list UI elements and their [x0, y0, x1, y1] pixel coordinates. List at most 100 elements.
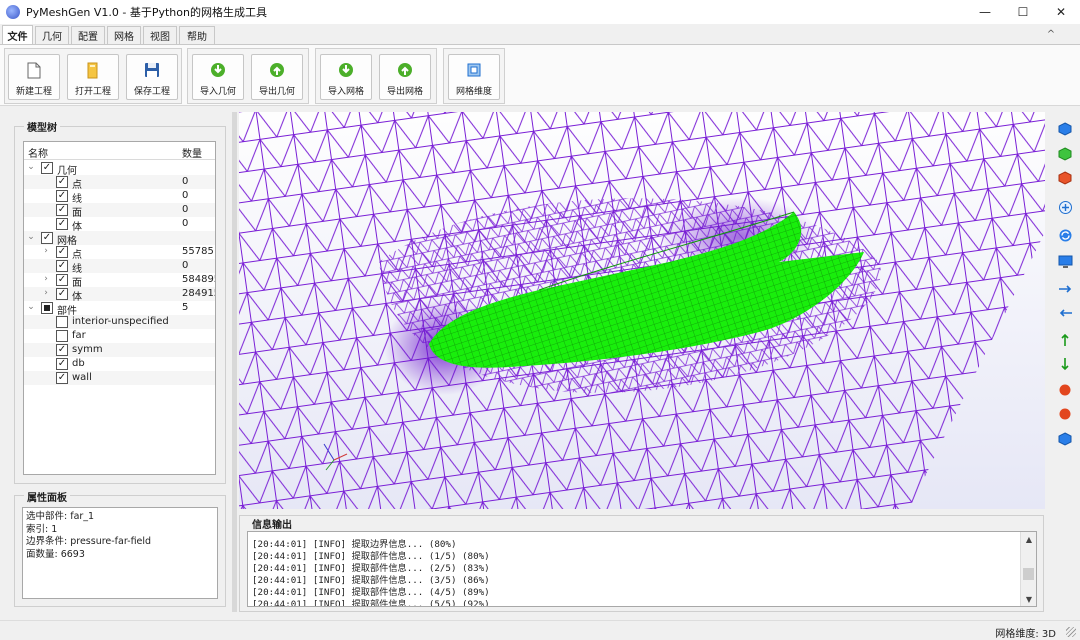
iso-view-icon[interactable]: [1057, 431, 1073, 447]
close-button[interactable]: ✕: [1042, 0, 1080, 24]
properties-title: 属性面板: [24, 489, 70, 504]
mesh-dimension-icon: [465, 61, 483, 79]
view-z-plus-icon[interactable]: [1057, 382, 1073, 398]
scroll-thumb[interactable]: [1023, 568, 1034, 580]
tab-help[interactable]: 帮助: [179, 26, 215, 44]
export-mesh-button[interactable]: 导出网格: [379, 54, 431, 100]
checkbox[interactable]: ✓: [41, 162, 53, 174]
tree-row[interactable]: › ✓ 点 55785: [24, 245, 215, 261]
tree-row-mesh[interactable]: ⌄ ✓ 网格: [24, 231, 215, 247]
checkbox[interactable]: ✓: [56, 190, 68, 202]
checkbox[interactable]: ✓: [56, 372, 68, 384]
new-project-label: 新建工程: [15, 87, 52, 97]
tree-row[interactable]: interior-unspecified: [24, 315, 215, 329]
partial-checkbox[interactable]: [41, 302, 53, 314]
tab-view[interactable]: 视图: [143, 26, 177, 44]
rotate-icon[interactable]: [1057, 227, 1073, 243]
ribbon-group-geometry: 导入几何 导出几何: [187, 48, 309, 104]
view-y-minus-icon[interactable]: [1057, 356, 1073, 372]
tree-count: 5: [182, 302, 189, 313]
tree-row[interactable]: ✓ symm: [24, 343, 215, 357]
tree-row[interactable]: ✓ 线 0: [24, 259, 215, 275]
scroll-down-icon[interactable]: ▼: [1021, 592, 1036, 606]
view-x-plus-icon[interactable]: [1057, 280, 1073, 296]
cube-red-icon[interactable]: [1057, 170, 1073, 186]
save-project-button[interactable]: 保存工程: [126, 54, 178, 100]
checkbox[interactable]: ✓: [56, 344, 68, 356]
ribbon-group-project: 新建工程 打开工程 保存工程: [4, 48, 182, 104]
model-tree[interactable]: 名称 数量 ⌄ ✓ 几何 ✓ 点 0 ✓ 线 0 ✓ 面 0 ✓ 体 0 ⌄ ✓…: [23, 141, 216, 475]
save-disk-icon: [143, 61, 161, 79]
checkbox[interactable]: ✓: [56, 260, 68, 272]
checkbox[interactable]: ✓: [56, 176, 68, 188]
tree-row[interactable]: far: [24, 329, 215, 343]
chevron-right-icon[interactable]: ›: [41, 274, 51, 284]
log-scrollbar[interactable]: ▲ ▼: [1020, 532, 1036, 606]
checkbox[interactable]: ✓: [56, 218, 68, 230]
tab-config[interactable]: 配置: [71, 26, 105, 44]
tree-row[interactable]: ✓ db: [24, 357, 215, 371]
checkbox[interactable]: [56, 316, 68, 328]
tree-row[interactable]: ✓ 点 0: [24, 175, 215, 191]
import-mesh-button[interactable]: 导入网格: [320, 54, 372, 100]
tree-count: 584895: [182, 274, 215, 285]
chevron-right-icon[interactable]: ›: [41, 288, 51, 298]
tree-count: 284915: [182, 288, 215, 299]
import-arrow-down-icon: [209, 61, 227, 79]
import-geometry-button[interactable]: 导入几何: [192, 54, 244, 100]
export-geometry-label: 导出几何: [258, 87, 295, 97]
resize-grip-icon[interactable]: [1066, 627, 1076, 637]
checkbox[interactable]: ✓: [41, 232, 53, 244]
view-z-minus-icon[interactable]: [1057, 406, 1073, 422]
view-x-minus-icon[interactable]: [1057, 304, 1073, 320]
prop-boundary-condition: 边界条件: pressure-far-field: [26, 536, 152, 547]
chevron-down-icon[interactable]: ⌄: [26, 162, 36, 172]
tab-geometry[interactable]: 几何: [35, 26, 69, 44]
tab-file[interactable]: 文件: [2, 25, 33, 45]
menu-bar: 文件 几何 配置 网格 视图 帮助 ^: [0, 24, 1080, 45]
chevron-down-icon[interactable]: ⌄: [26, 232, 36, 242]
tree-row[interactable]: ✓ 面 0: [24, 203, 215, 219]
vertical-splitter[interactable]: [232, 112, 237, 612]
checkbox[interactable]: ✓: [56, 246, 68, 258]
checkbox[interactable]: [56, 330, 68, 342]
tree-row[interactable]: › ✓ 面 584895: [24, 273, 215, 289]
maximize-button[interactable]: ☐: [1004, 0, 1042, 24]
mesh-dimension-button[interactable]: 网格维度: [448, 54, 500, 100]
screen-icon[interactable]: [1057, 254, 1073, 270]
export-geometry-button[interactable]: 导出几何: [251, 54, 303, 100]
scroll-up-icon[interactable]: ▲: [1021, 532, 1036, 546]
chevron-down-icon[interactable]: ⌄: [26, 302, 36, 312]
new-project-button[interactable]: 新建工程: [8, 54, 60, 100]
tree-row-geometry[interactable]: ⌄ ✓ 几何: [24, 161, 215, 177]
open-project-button[interactable]: 打开工程: [67, 54, 119, 100]
zoom-fit-icon[interactable]: [1057, 199, 1073, 215]
mesh-render: [239, 112, 1045, 509]
import-mesh-label: 导入网格: [327, 87, 364, 97]
tree-row-parts[interactable]: ⌄ 部件 5: [24, 301, 215, 317]
cube-green-icon[interactable]: [1057, 146, 1073, 162]
tree-row[interactable]: ✓ 线 0: [24, 189, 215, 205]
ribbon-toolbar: 新建工程 打开工程 保存工程 导入几何 导出几何 导入网格 导出网格 网格维度: [0, 44, 1080, 106]
tree-count: 0: [182, 260, 189, 271]
tree-label: wall: [72, 372, 92, 383]
tree-label: symm: [72, 344, 103, 355]
tab-mesh[interactable]: 网格: [107, 26, 141, 44]
collapse-ribbon-button[interactable]: ^: [1042, 26, 1060, 42]
checkbox[interactable]: ✓: [56, 274, 68, 286]
minimize-button[interactable]: —: [966, 0, 1004, 24]
tree-label: far: [72, 330, 86, 341]
tree-row[interactable]: ✓ 体 0: [24, 217, 215, 233]
checkbox[interactable]: ✓: [56, 204, 68, 216]
view-y-plus-icon[interactable]: [1057, 331, 1073, 347]
window-controls: — ☐ ✕: [966, 0, 1080, 24]
log-output[interactable]: [20:44:01] [INFO] 提取边界信息... (80%) [20:44…: [247, 531, 1037, 607]
import-geometry-label: 导入几何: [199, 87, 236, 97]
checkbox[interactable]: ✓: [56, 288, 68, 300]
tree-row[interactable]: › ✓ 体 284915: [24, 287, 215, 303]
3d-viewport[interactable]: [239, 112, 1045, 509]
tree-row[interactable]: ✓ wall: [24, 371, 215, 385]
cube-blue-icon[interactable]: [1057, 121, 1073, 137]
chevron-right-icon[interactable]: ›: [41, 246, 51, 256]
checkbox[interactable]: ✓: [56, 358, 68, 370]
